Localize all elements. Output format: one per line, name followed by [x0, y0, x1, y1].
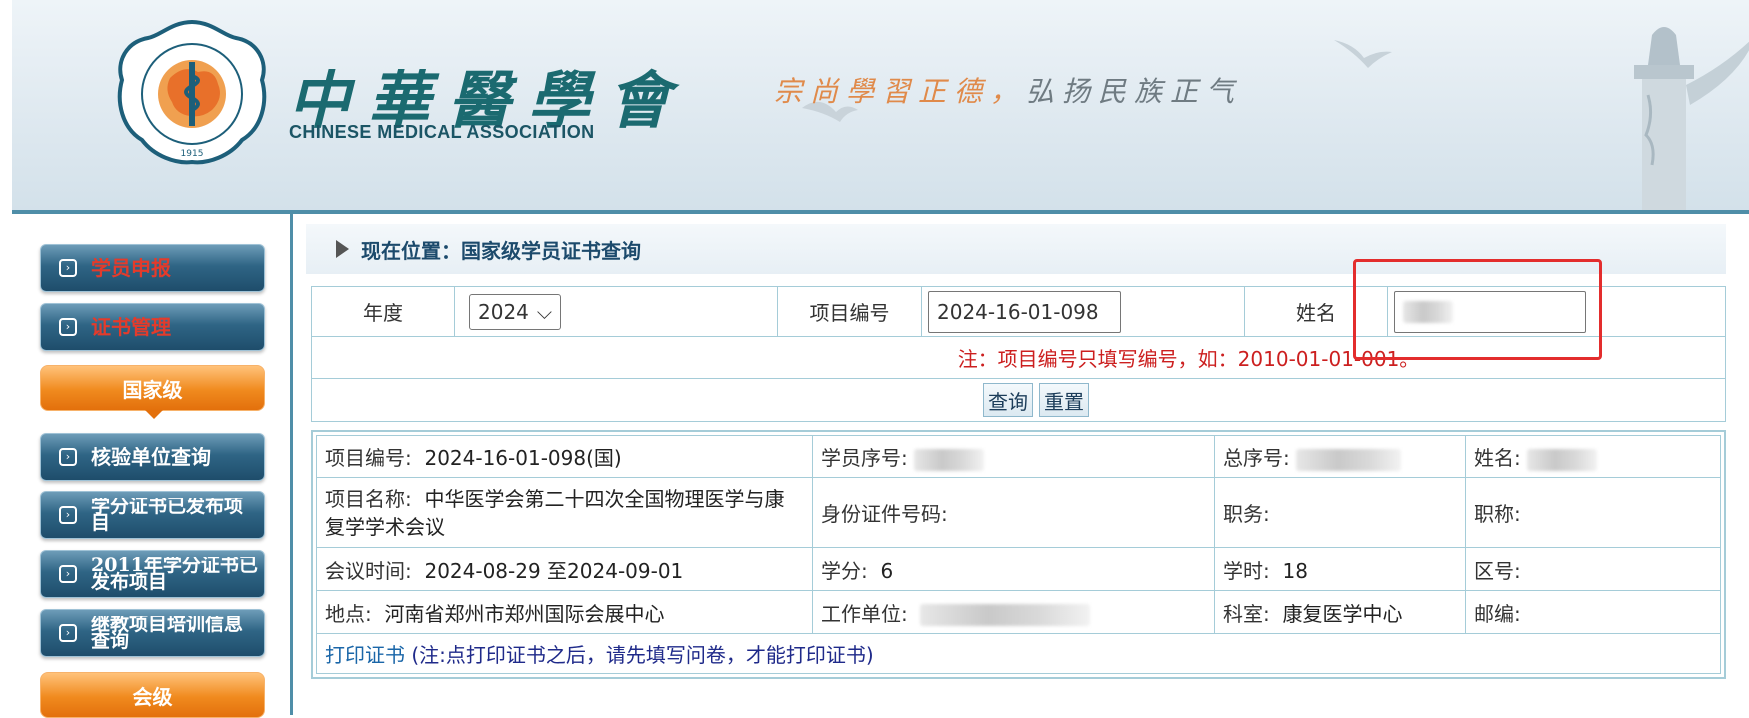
project-no-input[interactable]: 2024-16-01-098: [928, 290, 1121, 333]
arrow-box-icon: ›: [59, 318, 77, 336]
id-cell: 身份证件号码:: [812, 477, 1215, 548]
svg-text:1915: 1915: [181, 149, 204, 159]
query-button[interactable]: 查询: [983, 383, 1033, 417]
sidebar-divider: [290, 214, 293, 715]
redacted-student-no: [914, 448, 985, 471]
cma-seal-logo: 1915: [117, 19, 267, 165]
place-cell: 地点: 河南省郑州市郑州国际会展中心: [316, 590, 813, 634]
area-cell: 区号:: [1465, 547, 1721, 591]
arrow-box-icon: ›: [59, 448, 77, 466]
arrow-box-icon: ›: [59, 624, 77, 642]
sidebar-item-verify-unit[interactable]: › 核验单位查询: [40, 433, 265, 481]
table-row: 会议时间: 2024-08-29 至2024-09-01 学分: 6 学时: 1…: [316, 547, 1721, 591]
slogan: 宗尚學習正德，弘扬民族正气: [774, 75, 1243, 108]
year-label: 年度: [312, 287, 455, 336]
redacted-name-value: [1527, 448, 1598, 471]
table-row: 地点: 河南省郑州市郑州国际会展中心 工作单位: 科室: 康复医学中心 邮编:: [316, 590, 1721, 634]
print-note: (注:点打印证书之后，请先填写问卷，才能打印证书): [411, 643, 874, 667]
arrow-box-icon: ›: [59, 259, 77, 277]
year-select[interactable]: 2024 ⌵: [469, 293, 561, 330]
sidebar-section-national[interactable]: 国家级: [40, 365, 265, 419]
project-no-label: 项目编号: [778, 287, 922, 336]
name-field-highlight: [1353, 259, 1602, 360]
redacted-total-no: [1296, 448, 1402, 471]
chevron-down-icon: ⌵: [536, 299, 553, 324]
org-name-en: CHINESE MEDICAL ASSOCIATION: [289, 122, 595, 142]
student-no-cell: 学员序号:: [812, 435, 1215, 478]
print-row: 打印证书 (注:点打印证书之后，请先填写问卷，才能打印证书): [316, 633, 1721, 674]
table-row: 项目编号: 2024-16-01-098(国) 学员序号: 总序号: 姓名:: [316, 435, 1721, 478]
banner-divider: [12, 210, 1749, 214]
sidebar-item-published-projects[interactable]: › 学分证书已发布项目: [40, 491, 265, 539]
play-triangle-icon: [336, 240, 349, 258]
dept-cell: 科室: 康复医学中心: [1214, 590, 1466, 634]
zip-cell: 邮编:: [1465, 590, 1721, 634]
title-cell: 职称:: [1465, 477, 1721, 548]
total-no-cell: 总序号:: [1214, 435, 1466, 478]
sidebar-section-association[interactable]: 会级: [40, 672, 265, 718]
table-row: 项目名称: 中华医学会第二十四次全国物理医学与康复学学术会议 身份证件号码: 职…: [316, 477, 1721, 548]
print-certificate-link[interactable]: 打印证书: [325, 643, 405, 667]
time-cell: 会议时间: 2024-08-29 至2024-09-01: [316, 547, 813, 591]
name-cell: 姓名:: [1465, 435, 1721, 478]
arrow-box-icon: ›: [59, 565, 77, 583]
table-row: 打印证书 (注:点打印证书之后，请先填写问卷，才能打印证书): [316, 633, 1721, 674]
reset-button[interactable]: 重置: [1039, 383, 1089, 417]
sidebar-item-certificate-manage[interactable]: › 证书管理: [40, 303, 265, 351]
sidebar-item-student-apply[interactable]: › 学员申报: [40, 244, 265, 292]
redacted-unit: [920, 604, 1091, 626]
arrow-box-icon: ›: [59, 506, 77, 524]
credit-cell: 学分: 6: [812, 547, 1215, 591]
certificate-result-table: 项目编号: 2024-16-01-098(国) 学员序号: 总序号: 姓名: 项…: [311, 430, 1726, 679]
header-banner: 1915 中華醫學會 CHINESE MEDICAL ASSOCIATION 宗…: [12, 0, 1749, 210]
hours-cell: 学时: 18: [1214, 547, 1466, 591]
project-no-cell: 项目编号: 2024-16-01-098(国): [316, 435, 813, 478]
section-notch: [145, 410, 163, 419]
huabiao-pillar-image: [1634, 27, 1749, 210]
job-cell: 职务:: [1214, 477, 1466, 548]
sidebar-item-training-info[interactable]: › 继教项目培训信息查询: [40, 609, 265, 657]
unit-cell: 工作单位:: [812, 590, 1215, 634]
project-name-cell: 项目名称: 中华医学会第二十四次全国物理医学与康复学学术会议: [316, 477, 813, 548]
sidebar-item-2011-published[interactable]: › 2011年学分证书已发布项目: [40, 550, 265, 598]
